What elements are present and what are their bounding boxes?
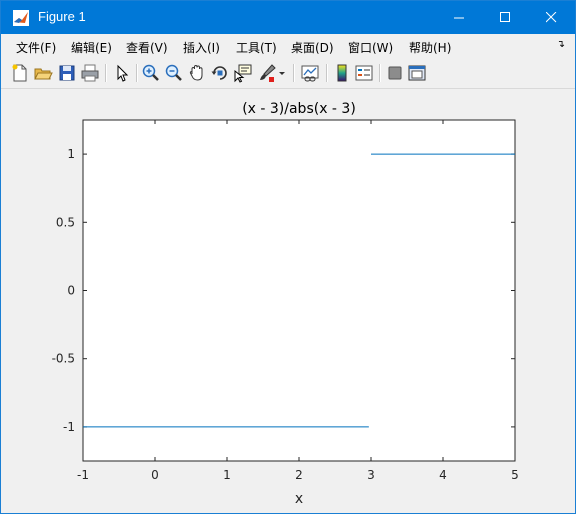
menu-help[interactable]: 帮助(H): [409, 39, 451, 56]
colorbar-icon[interactable]: [332, 63, 352, 83]
zoom-in-icon[interactable]: [141, 63, 161, 83]
close-button[interactable]: [529, 1, 575, 34]
maximize-button[interactable]: [483, 1, 529, 34]
x-tick-label: 0: [151, 468, 159, 482]
toolbar-separator: [293, 64, 295, 82]
print-icon[interactable]: [80, 63, 100, 83]
dock-arrow-icon[interactable]: ↴: [557, 39, 565, 50]
zoom-out-icon[interactable]: [164, 63, 184, 83]
x-tick-label: 2: [295, 468, 303, 482]
link-plot-icon[interactable]: [300, 63, 320, 83]
maximize-icon: [500, 12, 510, 22]
axes-box[interactable]: [82, 119, 516, 462]
minimize-button[interactable]: [437, 1, 483, 34]
toolbar-separator: [326, 64, 328, 82]
window-title: Figure 1: [38, 9, 86, 24]
menu-window[interactable]: 窗口(W): [348, 39, 393, 56]
plot-svg: (x - 3)/abs(x - 3) x -1 0 1 2 3 4 5 -1 -0.5 0 0.5 1: [52, 101, 519, 507]
data-cursor-icon[interactable]: [233, 63, 253, 83]
x-axis-label: x: [295, 491, 303, 507]
legend-icon[interactable]: [354, 63, 374, 83]
hide-plot-tools-icon[interactable]: [385, 63, 405, 83]
pan-hand-icon[interactable]: [187, 63, 207, 83]
toolbar-separator: [379, 64, 381, 82]
brush-dropdown-icon[interactable]: [277, 63, 287, 83]
menu-bar: 文件(F) 编辑(E) 查看(V) 插入(I) 工具(T) 桌面(D) 窗口(W…: [1, 34, 575, 58]
x-tick-label: 3: [367, 468, 375, 482]
y-tick-label: -1: [63, 420, 75, 434]
figure-canvas: (x - 3)/abs(x - 3) x -1 0 1 2 3 4 5 -1 -0.5 0 0.5 1: [1, 89, 575, 513]
edit-plot-pointer-icon[interactable]: [112, 63, 132, 83]
y-tick-label: 1: [67, 147, 75, 161]
x-tick-label: 5: [511, 468, 519, 482]
rotate-3d-icon[interactable]: [210, 63, 230, 83]
brush-icon[interactable]: [257, 63, 277, 83]
title-bar[interactable]: Figure 1: [1, 1, 575, 34]
menu-file[interactable]: 文件(F): [16, 39, 56, 56]
menu-edit[interactable]: 编辑(E): [71, 39, 112, 56]
figure-toolbar: [1, 58, 575, 89]
minimize-icon: [454, 17, 464, 19]
menu-desktop[interactable]: 桌面(D): [291, 39, 334, 56]
x-tick-label: -1: [77, 468, 89, 482]
y-tick-label: 0.5: [56, 215, 75, 229]
toolbar-separator: [105, 64, 107, 82]
matlab-logo-icon: [13, 10, 29, 26]
y-tick-label: 0: [67, 284, 75, 298]
close-icon: [546, 12, 557, 23]
x-tick-label: 4: [439, 468, 447, 482]
x-tick-label: 1: [223, 468, 231, 482]
open-file-icon[interactable]: [33, 63, 53, 83]
new-figure-icon[interactable]: [10, 63, 30, 83]
menu-view[interactable]: 查看(V): [126, 39, 168, 56]
chart-title: (x - 3)/abs(x - 3): [242, 101, 356, 117]
figure-window: Figure 1 文件(F) 编辑(E) 查看(V) 插入(I) 工具(T) 桌…: [0, 0, 576, 514]
y-tick-label: -0.5: [52, 352, 75, 366]
save-icon[interactable]: [57, 63, 77, 83]
toolbar-separator: [136, 64, 138, 82]
show-plot-tools-icon[interactable]: [407, 63, 427, 83]
menu-tools[interactable]: 工具(T): [236, 39, 277, 56]
menu-insert[interactable]: 插入(I): [183, 39, 220, 56]
